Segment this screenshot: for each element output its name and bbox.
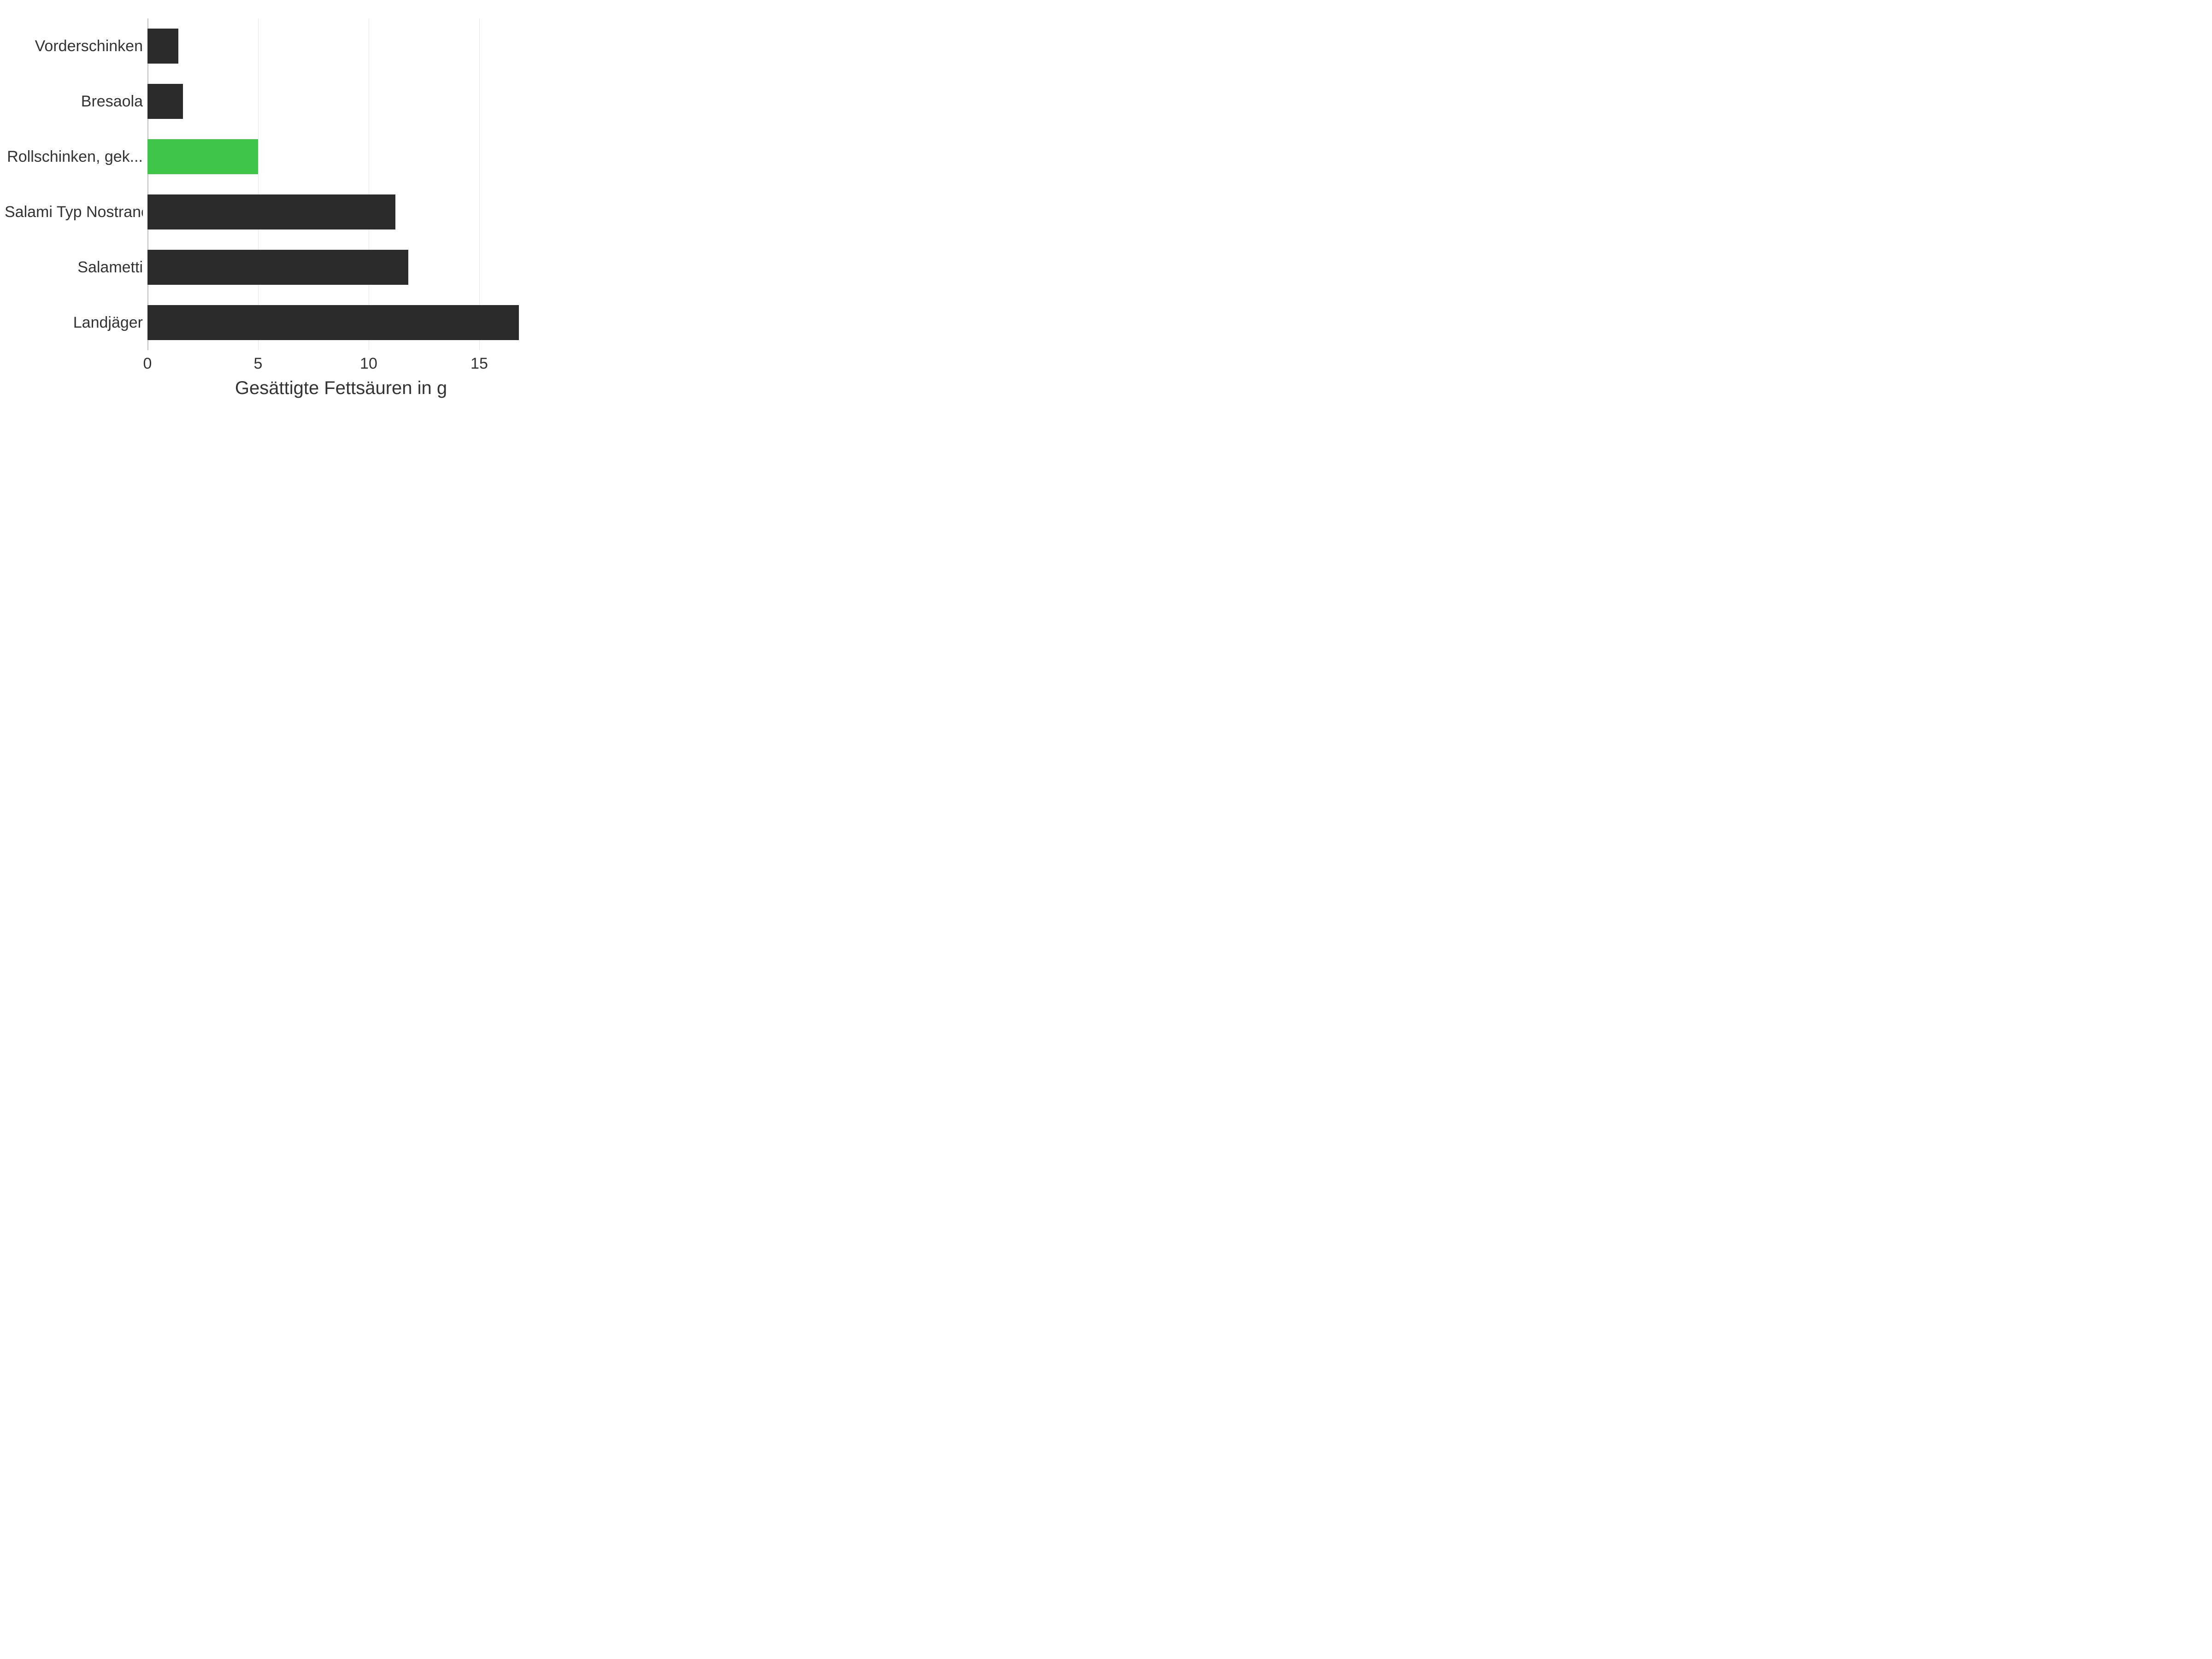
y-tick-label: Landjäger <box>5 295 143 350</box>
bar-vorderschinken <box>147 29 178 64</box>
x-tick-label: 10 <box>360 355 377 373</box>
x-axis-labels: 0 5 10 15 <box>147 355 535 378</box>
bar-row <box>147 74 535 129</box>
bar-row <box>147 240 535 295</box>
bar-salami-nostrano <box>147 194 395 229</box>
y-tick-label: Rollschinken, gek... <box>5 129 143 184</box>
y-tick-label: Vorderschinken <box>5 18 143 74</box>
plot-area <box>147 18 535 350</box>
x-tick-label: 5 <box>254 355 263 373</box>
bar-row <box>147 18 535 74</box>
x-tick-label: 15 <box>471 355 488 373</box>
bar-chart: Vorderschinken Bresaola Rollschinken, ge… <box>0 0 553 415</box>
y-tick-label: Salametti <box>5 240 143 295</box>
y-tick-label: Bresaola <box>5 74 143 129</box>
x-axis-title: Gesättigte Fettsäuren in g <box>147 378 535 399</box>
bar-salametti <box>147 250 408 285</box>
bar-rollschinken <box>147 139 258 174</box>
bar-row <box>147 184 535 240</box>
x-tick-label: 0 <box>143 355 152 373</box>
bar-bresaola <box>147 84 183 119</box>
bar-row <box>147 129 535 184</box>
y-tick-label: Salami Typ Nostrano <box>5 184 143 240</box>
bar-row <box>147 295 535 350</box>
bar-landjaeger <box>147 305 519 340</box>
y-axis-labels: Vorderschinken Bresaola Rollschinken, ge… <box>0 18 143 350</box>
